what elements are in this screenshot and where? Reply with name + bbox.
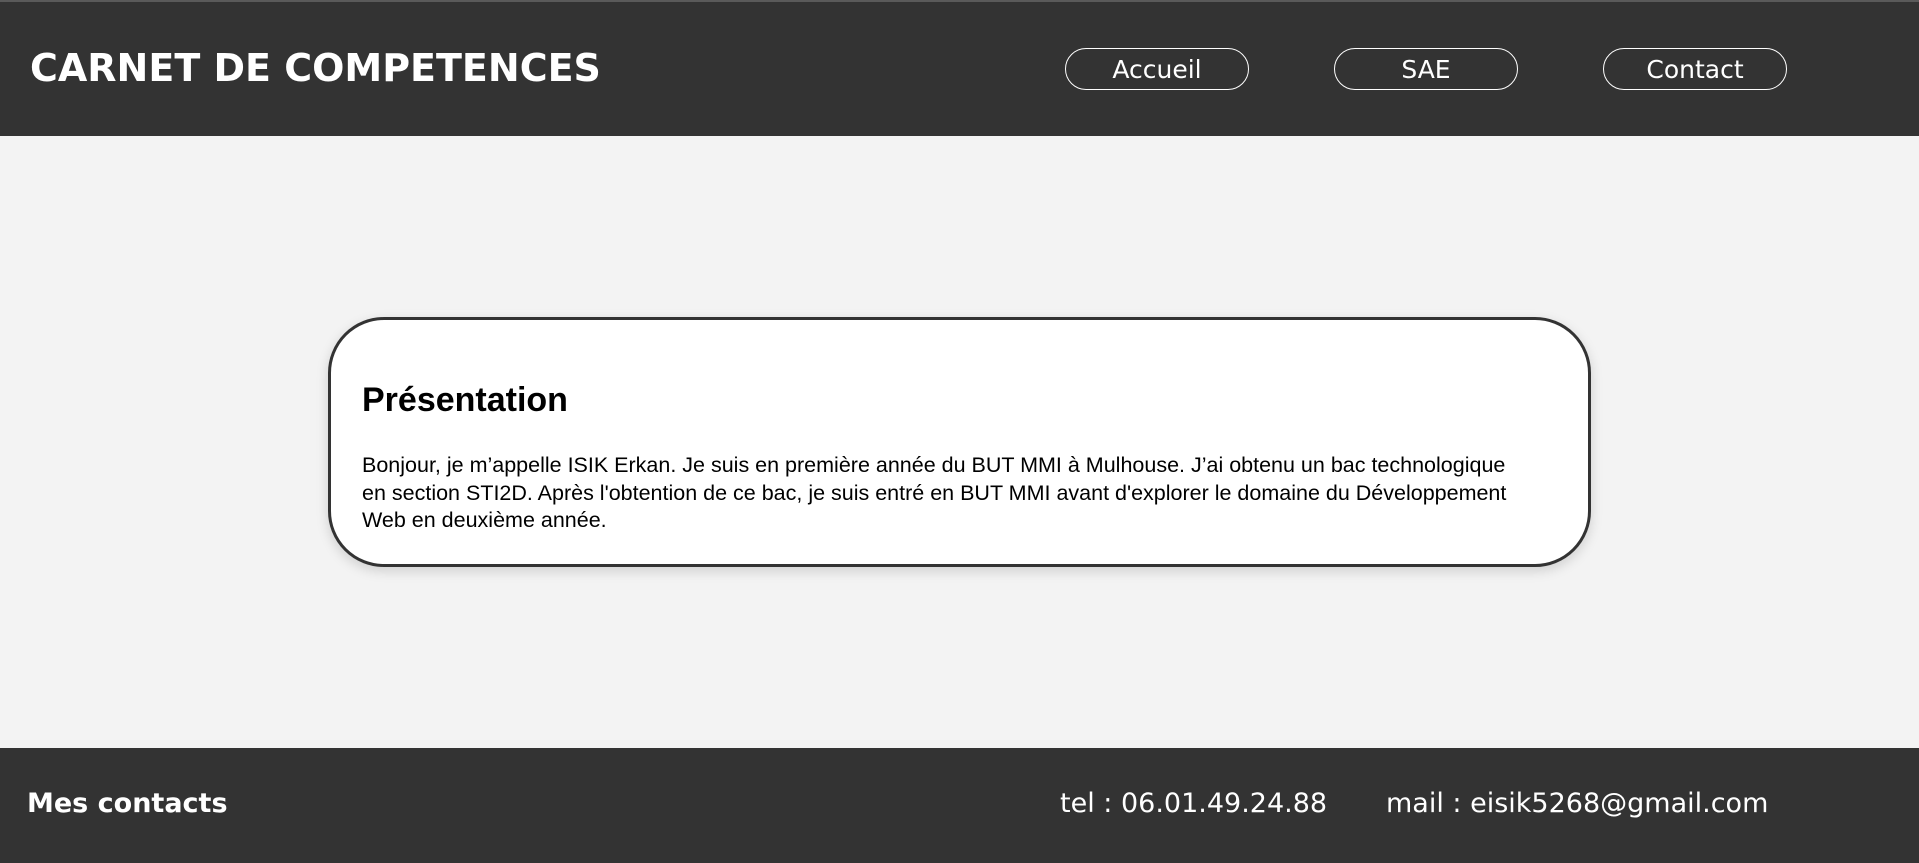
footer-title: Mes contacts (27, 788, 228, 819)
presentation-card: Présentation Bonjour, je m’appelle ISIK … (328, 317, 1591, 567)
presentation-heading: Présentation (362, 381, 568, 419)
site-footer: Mes contacts tel : 06.01.49.24.88 mail :… (0, 748, 1919, 863)
footer-email[interactable]: mail : eisik5268@gmail.com (1386, 788, 1768, 819)
site-header: CARNET DE COMPETENCES Accueil SAE Contac… (0, 2, 1919, 136)
site-title: CARNET DE COMPETENCES (30, 46, 601, 90)
nav-accueil-button[interactable]: Accueil (1065, 48, 1249, 90)
nav-contact-button[interactable]: Contact (1603, 48, 1787, 90)
footer-phone: tel : 06.01.49.24.88 (1060, 788, 1328, 819)
presentation-text: Bonjour, je m’appelle ISIK Erkan. Je sui… (362, 453, 1507, 532)
nav-sae-button[interactable]: SAE (1334, 48, 1518, 90)
